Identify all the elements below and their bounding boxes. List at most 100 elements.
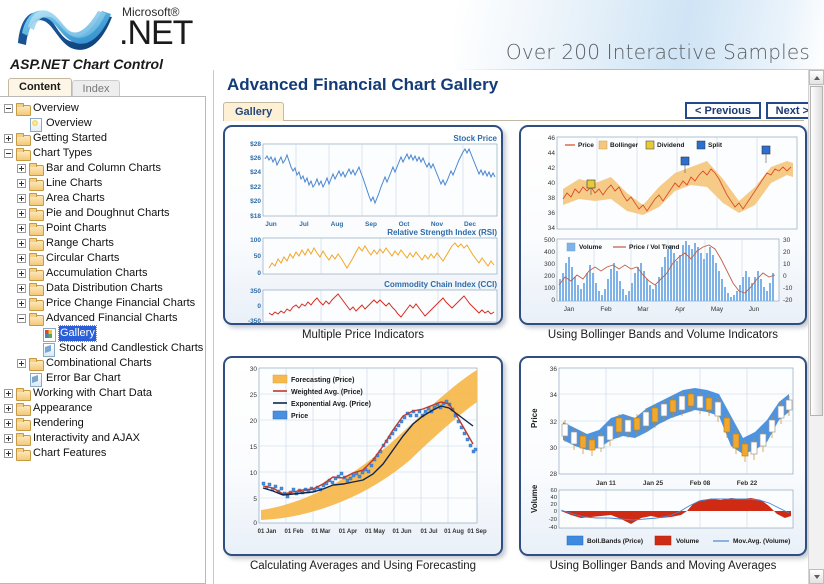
tree-node[interactable]: Getting Started <box>4 131 203 146</box>
chart-averages-forecasting: 302520 151050 01 Jan 01 Feb 01 Mar 01 Ap… <box>250 366 487 535</box>
folder-icon <box>16 387 31 401</box>
svg-text:May: May <box>711 306 724 313</box>
folder-icon <box>29 282 44 296</box>
tree-expander-icon[interactable] <box>17 254 26 263</box>
svg-text:0: 0 <box>257 303 261 310</box>
gallery-item[interactable]: 46 44 42 40 38 36 34 Price Bollinger Div… <box>519 125 809 351</box>
tree-node[interactable]: Error Bar Chart <box>4 371 203 387</box>
tree-node[interactable]: Range Charts <box>4 236 203 251</box>
sidebar-panel: Overview Overview Getting Started Chart Typ… <box>0 96 206 584</box>
tree-node[interactable]: Chart Types <box>4 146 203 161</box>
tree-expander-icon[interactable] <box>4 149 13 158</box>
tree-node[interactable]: Overview <box>4 101 203 116</box>
chart-thumbnail-multiple-price-indicators[interactable]: Stock Price $28 $26 $24 $22 $20 $18 Jun <box>223 125 503 325</box>
svg-text:0: 0 <box>253 520 257 527</box>
svg-text:Feb 22: Feb 22 <box>737 480 758 487</box>
tree-expander-icon[interactable] <box>17 314 26 323</box>
tree-expander-icon[interactable] <box>17 164 26 173</box>
folder-icon <box>29 357 44 371</box>
tree-node[interactable]: Area Charts <box>4 191 203 206</box>
tree-expander-icon[interactable] <box>17 209 26 218</box>
tree-expander-icon[interactable] <box>17 194 26 203</box>
tree-node[interactable]: Circular Charts <box>4 251 203 266</box>
tree-node[interactable]: Pie and Doughnut Charts <box>4 206 203 221</box>
dotnet-wordmark: .NET <box>119 14 193 52</box>
folder-icon <box>29 162 44 176</box>
tree-node[interactable]: Price Change Financial Charts <box>4 296 203 311</box>
tree-node-label: Getting Started <box>33 132 107 144</box>
tree-node[interactable]: Advanced Financial Charts <box>4 311 203 326</box>
folder-icon <box>16 432 31 446</box>
tree-node[interactable]: Accumulation Charts <box>4 266 203 281</box>
tree-node[interactable]: Line Charts <box>4 176 203 191</box>
vertical-scrollbar[interactable] <box>808 70 824 584</box>
tree-node[interactable]: Bar and Column Charts <box>4 161 203 176</box>
scroll-up-arrow-icon[interactable] <box>809 70 824 85</box>
gallery-item[interactable]: Stock Price $28 $26 $24 $22 $20 $18 Jun <box>223 125 513 351</box>
chart-thumbnail-bollinger-moving-averages[interactable]: Price 36 34 32 30 28 Jan 11 Jan 25 Feb 0… <box>519 356 807 556</box>
tree-expander-icon[interactable] <box>4 419 13 428</box>
tree-expander-icon[interactable] <box>17 224 26 233</box>
navigation-tree: Overview Overview Getting Started Chart Typ… <box>0 97 205 463</box>
tab-gallery[interactable]: Gallery <box>223 102 285 121</box>
tree-expander-icon[interactable] <box>4 404 13 413</box>
previous-button[interactable]: < Previous <box>685 102 761 119</box>
tree-expander-icon[interactable] <box>17 284 26 293</box>
gallery-item[interactable]: Price 36 34 32 30 28 Jan 11 Jan 25 Feb 0… <box>519 356 809 582</box>
tree-node-label: Accumulation Charts <box>46 267 148 279</box>
tree-expander-icon[interactable] <box>17 179 26 188</box>
tree-expander-icon[interactable] <box>4 449 13 458</box>
tree-expander-icon[interactable] <box>17 239 26 248</box>
tree-node[interactable]: Gallery <box>4 325 203 342</box>
tab-index[interactable]: Index <box>71 80 121 97</box>
tree-node[interactable]: Point Charts <box>4 221 203 236</box>
tree-node[interactable]: Overview <box>4 116 203 132</box>
svg-text:$26: $26 <box>250 155 261 162</box>
folder-icon <box>29 252 44 266</box>
tree-node-label: Gallery <box>58 325 97 342</box>
tree-node[interactable]: Data Distribution Charts <box>4 281 203 296</box>
svg-text:01 Sep: 01 Sep <box>467 529 487 535</box>
tree-expander-icon[interactable] <box>4 134 13 143</box>
scrollbar-thumb[interactable] <box>810 86 823 416</box>
tree-node-label: Chart Types <box>33 147 93 159</box>
svg-text:Split: Split <box>708 142 723 149</box>
tree-node[interactable]: Rendering <box>4 416 203 431</box>
chart-thumbnail-averages-forecasting[interactable]: 30 25 20 15 10 5 0 01 Jan 01 Feb 01 Mar … <box>223 356 503 556</box>
tree-expander-icon[interactable] <box>17 269 26 278</box>
tree-node[interactable]: Combinational Charts <box>4 356 203 371</box>
sidebar-tabs: Content Index <box>8 78 212 97</box>
tree-node-label: Error Bar Chart <box>46 372 121 384</box>
tree-expander-icon[interactable] <box>17 359 26 368</box>
svg-text:-10: -10 <box>783 285 793 292</box>
tree-node[interactable]: Working with Chart Data <box>4 386 203 401</box>
tree-node[interactable]: Chart Features <box>4 446 203 461</box>
tab-content[interactable]: Content <box>8 78 72 96</box>
svg-text:0: 0 <box>257 270 261 277</box>
tree-expander-icon[interactable] <box>4 389 13 398</box>
svg-text:30: 30 <box>250 366 258 373</box>
svg-text:34: 34 <box>550 392 558 399</box>
tree-expander-icon[interactable] <box>4 104 13 113</box>
svg-text:01 Aug: 01 Aug <box>444 529 464 535</box>
tree-node[interactable]: Appearance <box>4 401 203 416</box>
scroll-down-arrow-icon[interactable] <box>809 569 824 584</box>
tree-node-label: Appearance <box>33 402 93 414</box>
tree-node[interactable]: Interactivity and AJAX <box>4 431 203 446</box>
svg-text:-350: -350 <box>248 318 261 325</box>
tree-node[interactable]: Stock and Candlestick Charts <box>4 341 203 357</box>
page-icon <box>29 372 43 387</box>
tree-expander-icon[interactable] <box>4 434 13 443</box>
svg-text:-20: -20 <box>549 517 557 523</box>
gallery-item[interactable]: 30 25 20 15 10 5 0 01 Jan 01 Feb 01 Mar … <box>223 356 513 582</box>
svg-text:28: 28 <box>550 471 558 478</box>
svg-text:Nov: Nov <box>431 221 444 228</box>
svg-text:$22: $22 <box>250 184 261 191</box>
svg-text:Jan 11: Jan 11 <box>596 480 616 487</box>
tree-expander-icon[interactable] <box>17 299 26 308</box>
chart-thumbnail-bollinger-volume[interactable]: 46 44 42 40 38 36 34 Price Bollinger Div… <box>519 125 807 325</box>
svg-text:Price: Price <box>291 413 308 420</box>
svg-text:10: 10 <box>250 470 258 477</box>
folder-icon <box>29 297 44 311</box>
